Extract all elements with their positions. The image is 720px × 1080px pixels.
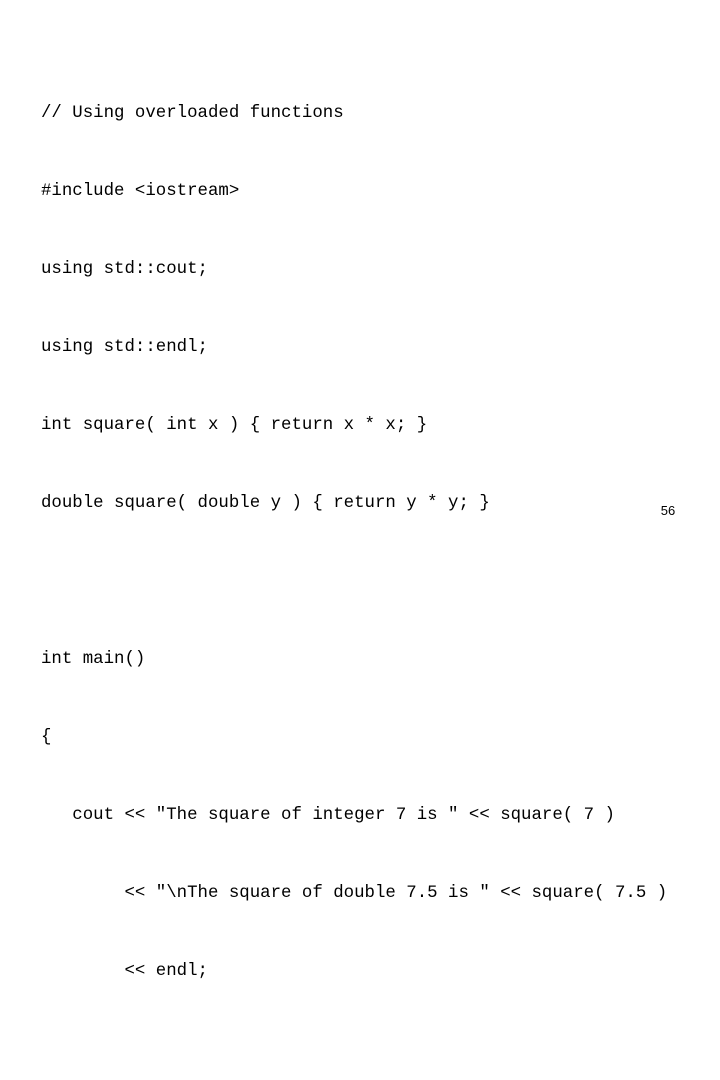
code-line: using std::endl; — [41, 338, 208, 357]
code-line: << endl; — [41, 962, 208, 981]
code-line: double square( double y ) { return y * y… — [41, 494, 490, 513]
code-listing: // Using overloaded functions #include <… — [41, 49, 701, 1080]
code-line: { — [41, 728, 52, 747]
code-line: #include <iostream> — [41, 182, 240, 201]
code-line: << "\nThe square of double 7.5 is " << s… — [41, 884, 668, 903]
code-line: using std::cout; — [41, 260, 208, 279]
code-line: // Using overloaded functions — [41, 104, 344, 123]
code-line: int square( int x ) { return x * x; } — [41, 416, 428, 435]
page-number: 56 — [660, 503, 676, 518]
code-line: int main() — [41, 650, 146, 669]
slide-canvas: // Using overloaded functions #include <… — [0, 0, 720, 981]
code-line: cout << "The square of integer 7 is " <<… — [41, 806, 615, 825]
